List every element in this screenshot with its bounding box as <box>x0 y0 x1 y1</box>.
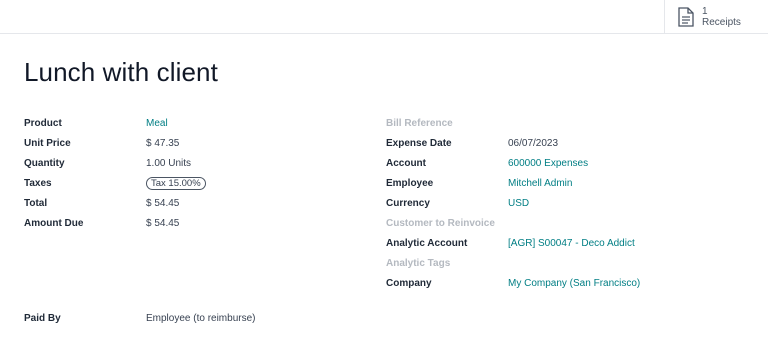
record-title[interactable]: Lunch with client <box>24 57 218 88</box>
field-company: Company My Company (San Francisco) <box>386 273 640 293</box>
company-value[interactable]: My Company (San Francisco) <box>508 278 640 289</box>
field-account: Account 600000 Expenses <box>386 153 640 173</box>
field-label: Bill Reference <box>386 117 453 129</box>
field-total: Total $ 54.45 <box>24 193 206 213</box>
paid-by-group: Paid By Employee (to reimburse) <box>24 308 255 328</box>
field-label: Unit Price <box>24 137 71 149</box>
field-label: Amount Due <box>24 217 84 229</box>
field-label: Taxes <box>24 177 52 189</box>
analytic-account-value[interactable]: [AGR] S00047 - Deco Addict <box>508 238 635 249</box>
account-value[interactable]: 600000 Expenses <box>508 158 588 169</box>
paid-by-value[interactable]: Employee (to reimburse) <box>146 313 255 324</box>
field-employee: Employee Mitchell Admin <box>386 173 640 193</box>
receipts-label: Receipts <box>702 16 741 28</box>
field-label: Total <box>24 197 48 209</box>
quantity-value[interactable]: 1.00 Units <box>146 158 191 169</box>
field-label: Analytic Tags <box>386 257 451 269</box>
currency-value[interactable]: USD <box>508 198 529 209</box>
field-label: Quantity <box>24 157 65 169</box>
right-field-group: Bill Reference Expense Date 06/07/2023 A… <box>386 113 640 293</box>
unit-price-value[interactable]: $ 47.35 <box>146 138 179 149</box>
field-analytic-account: Analytic Account [AGR] S00047 - Deco Add… <box>386 233 640 253</box>
total-value: $ 54.45 <box>146 197 180 209</box>
field-bill-reference: Bill Reference <box>386 113 640 133</box>
field-expense-date: Expense Date 06/07/2023 <box>386 133 640 153</box>
field-label: Employee <box>386 177 434 189</box>
left-field-group: Product Meal Unit Price $ 47.35 Quantity… <box>24 113 206 233</box>
field-paid-by: Paid By Employee (to reimburse) <box>24 308 255 328</box>
field-amount-due: Amount Due $ 54.45 <box>24 213 206 233</box>
control-panel: 1 Receipts <box>0 0 768 34</box>
field-analytic-tags: Analytic Tags <box>386 253 640 273</box>
field-label: Paid By <box>24 312 61 324</box>
field-unit-price: Unit Price $ 47.35 <box>24 133 206 153</box>
tax-badge[interactable]: Tax 15.00% <box>146 176 206 190</box>
document-icon <box>678 6 694 27</box>
receipts-button[interactable]: 1 Receipts <box>664 0 768 33</box>
field-label: Analytic Account <box>386 237 468 249</box>
field-label: Account <box>386 157 426 169</box>
field-quantity: Quantity 1.00 Units <box>24 153 206 173</box>
receipts-count: 1 <box>702 5 708 17</box>
employee-value[interactable]: Mitchell Admin <box>508 178 572 189</box>
field-customer-to-reinvoice: Customer to Reinvoice <box>386 213 640 233</box>
field-product: Product Meal <box>24 113 206 133</box>
field-label: Customer to Reinvoice <box>386 217 495 229</box>
field-label: Currency <box>386 197 430 209</box>
field-taxes: Taxes Tax 15.00% <box>24 173 206 193</box>
expense-date-value[interactable]: 06/07/2023 <box>508 138 558 149</box>
field-label: Product <box>24 117 62 129</box>
field-currency: Currency USD <box>386 193 640 213</box>
product-value[interactable]: Meal <box>146 118 168 129</box>
field-label: Company <box>386 277 432 289</box>
field-label: Expense Date <box>386 137 452 149</box>
amount-due-value: $ 54.45 <box>146 217 180 229</box>
